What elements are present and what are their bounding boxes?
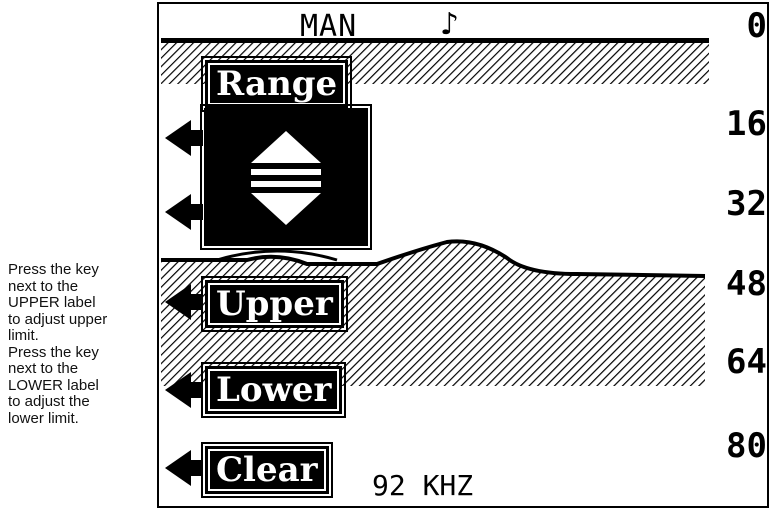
caption-line: limit. xyxy=(8,327,39,344)
instruction-caption: Press the key next to the UPPER label to… xyxy=(8,261,158,427)
music-note-icon: ♪ xyxy=(440,7,460,42)
caption-line: Press the key xyxy=(8,261,99,278)
upper-button[interactable]: Upper xyxy=(201,276,348,332)
caption-line: LOWER label xyxy=(8,376,99,394)
range-adjust-box[interactable] xyxy=(200,104,372,250)
range-button[interactable]: Range xyxy=(200,56,353,112)
key-arrow-icon[interactable] xyxy=(165,282,205,322)
caption-line: next to the xyxy=(8,277,79,295)
depth-label: 64 xyxy=(726,342,767,382)
caption-line: UPPER label xyxy=(8,294,96,311)
caption-line: to adjust the xyxy=(8,393,90,410)
range-up-down-icon xyxy=(251,131,321,225)
depth-label: 16 xyxy=(726,104,767,144)
depth-label: 80 xyxy=(726,426,767,466)
key-arrow-icon[interactable] xyxy=(165,448,205,488)
clear-button[interactable]: Clear xyxy=(201,442,333,498)
caption-line: lower limit. xyxy=(8,409,79,427)
mode-label: MAN xyxy=(300,9,358,44)
key-arrow-icon[interactable] xyxy=(165,370,205,410)
frequency-readout: 92 KHZ xyxy=(372,469,474,502)
caption-line: to adjust upper xyxy=(8,310,108,328)
key-arrow-icon[interactable] xyxy=(165,192,205,232)
key-arrow-icon[interactable] xyxy=(165,118,205,158)
caption-line: Press the key xyxy=(8,343,99,361)
depth-label: 32 xyxy=(726,184,767,224)
surface-line xyxy=(161,38,709,43)
lower-button[interactable]: Lower xyxy=(200,362,347,418)
caption-line: next to the xyxy=(8,360,79,377)
depth-label: 0 xyxy=(746,6,767,46)
depth-label: 48 xyxy=(726,264,767,304)
